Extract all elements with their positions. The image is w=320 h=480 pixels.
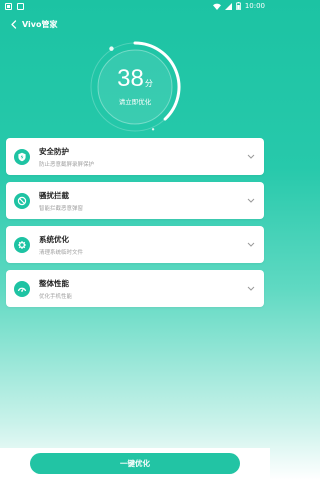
page-title: Vivo管家 [22, 19, 58, 29]
card-security[interactable]: 安全防护 防止恶意截屏录屏保护 [6, 138, 264, 175]
card-desc: 防止恶意截屏录屏保护 [39, 161, 95, 168]
card-harassment-block[interactable]: 骚扰拦截 智能拦截恶意弹窗 [6, 182, 264, 219]
chevron-down-icon[interactable] [246, 196, 256, 206]
chevron-down-icon[interactable] [246, 284, 256, 294]
score-gauge: 38 分 请立即优化 [85, 37, 185, 137]
card-desc: 智能拦截恶意弹窗 [39, 205, 84, 212]
card-title: 安全防护 [39, 146, 69, 156]
status-indicators: 10:00 [212, 2, 265, 10]
notification-icon [5, 2, 12, 10]
score-unit: 分 [144, 78, 153, 88]
card-title: 系统优化 [39, 234, 69, 244]
chevron-down-icon[interactable] [246, 240, 256, 250]
status-time: 10:00 [244, 2, 265, 10]
card-system-optimize[interactable]: 系统优化 清理系统临时文件 [6, 226, 264, 263]
status-notifications [5, 2, 24, 10]
shield-bolt-icon [14, 148, 30, 165]
card-desc: 优化手机性能 [39, 293, 73, 300]
back-button[interactable] [6, 17, 20, 31]
card-performance[interactable]: 整体性能 优化手机性能 [6, 270, 264, 307]
score-subtitle: 请立即优化 [118, 97, 152, 106]
wifi-icon [212, 3, 221, 10]
score-value: 38 [117, 64, 144, 92]
chevron-left-icon [10, 19, 16, 29]
block-icon [14, 192, 30, 209]
one-key-optimize-button[interactable]: 一键优化 [30, 453, 240, 474]
app-header: Vivo管家 [0, 14, 270, 34]
card-title: 整体性能 [39, 278, 69, 288]
notification-icon-2 [17, 2, 24, 10]
score-center: 38 分 请立即优化 [85, 37, 185, 137]
score-value-row: 38 分 [117, 65, 153, 93]
card-title: 骚扰拦截 [39, 190, 69, 200]
signal-icon [224, 2, 232, 10]
speedometer-icon [14, 280, 30, 297]
card-desc: 清理系统临时文件 [39, 249, 84, 256]
chevron-down-icon[interactable] [246, 152, 256, 162]
feature-list: 安全防护 防止恶意截屏录屏保护 骚扰拦截 智能拦截恶意弹窗 系统优化 清理系统临… [6, 138, 264, 314]
status-bar: 10:00 [0, 0, 270, 12]
gear-cleanup-icon [14, 236, 30, 253]
battery-icon [235, 2, 241, 10]
